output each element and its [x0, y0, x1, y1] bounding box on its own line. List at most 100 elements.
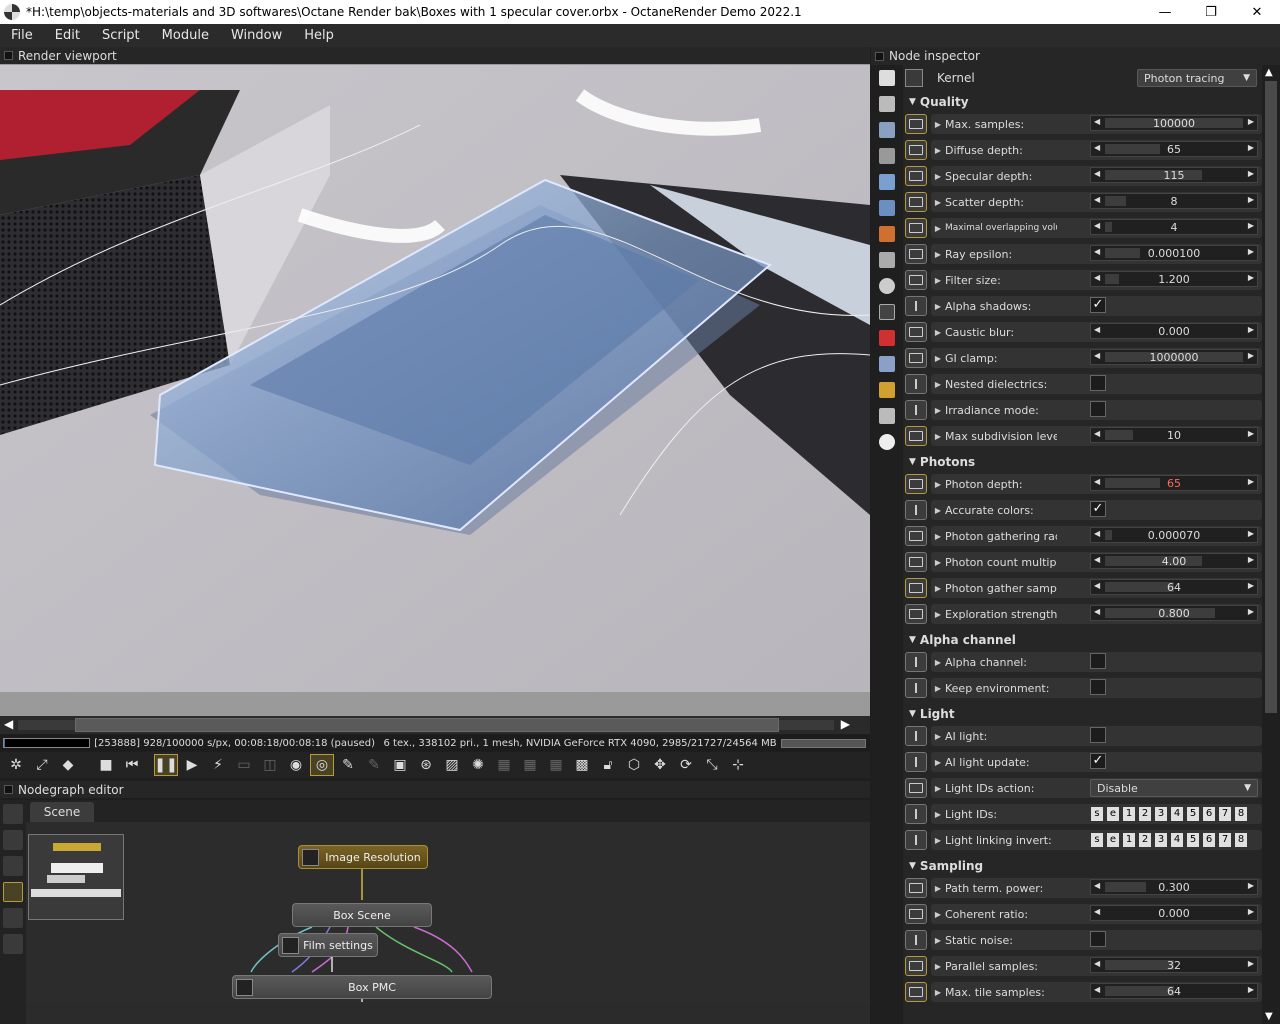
decrement-icon[interactable]: ◀ [1094, 247, 1100, 256]
expand-icon[interactable]: ▶ [931, 250, 945, 259]
decrement-icon[interactable]: ◀ [1094, 117, 1100, 126]
param-value-field[interactable]: ◀ ▶ 32 [1090, 957, 1258, 973]
decrement-icon[interactable]: ◀ [1094, 169, 1100, 178]
increment-icon[interactable]: ▶ [1248, 143, 1254, 152]
pin-type-icon[interactable] [905, 374, 927, 394]
pin-type-icon[interactable] [905, 930, 927, 950]
expand-icon[interactable]: ▶ [931, 480, 945, 489]
expand-icon[interactable]: ▶ [931, 658, 945, 667]
light-id-toggle[interactable]: 2 [1138, 806, 1152, 822]
menu-script[interactable]: Script [91, 28, 151, 43]
param-value-field[interactable]: ◀ ▶ 64 [1090, 983, 1258, 999]
light-id-toggle[interactable]: 2 [1138, 832, 1152, 848]
increment-icon[interactable]: ▶ [1248, 907, 1254, 916]
decrement-icon[interactable]: ◀ [1094, 985, 1100, 994]
copy-icon[interactable]: ▦ [544, 754, 568, 776]
material-node-icon[interactable] [879, 226, 895, 242]
expand-icon[interactable]: ▶ [931, 610, 945, 619]
pin-type-icon[interactable] [905, 526, 927, 546]
viewport-resolution-icon[interactable]: ▭ [232, 754, 256, 776]
increment-icon[interactable]: ▶ [1248, 117, 1254, 126]
decrement-icon[interactable]: ◀ [1094, 607, 1100, 616]
pin-type-icon[interactable] [905, 400, 927, 420]
param-value-field[interactable]: ◀ ▶ 64 [1090, 579, 1258, 595]
pin-type-icon[interactable] [905, 426, 927, 446]
param-select[interactable]: Disable ▼ [1090, 779, 1258, 797]
param-value-field[interactable]: ◀ ▶ 1.200 [1090, 271, 1258, 287]
decrement-icon[interactable]: ◀ [1094, 555, 1100, 564]
visible-environment-icon[interactable] [879, 200, 895, 216]
expand-icon[interactable]: ▶ [931, 962, 945, 971]
restart-button[interactable]: ⏮ [120, 754, 144, 776]
octane-node-icon[interactable] [3, 804, 23, 824]
increment-icon[interactable]: ▶ [1248, 881, 1254, 890]
menu-help[interactable]: Help [293, 28, 345, 43]
collapse-icon[interactable] [879, 96, 895, 112]
param-checkbox[interactable] [1090, 375, 1106, 391]
panel-toggle-icon[interactable] [4, 51, 13, 60]
graph-icon[interactable] [3, 856, 23, 876]
color-cube-icon[interactable]: ◆ [56, 754, 80, 776]
light-id-toggle[interactable]: s [1090, 806, 1104, 822]
minimize-button[interactable]: — [1142, 5, 1188, 20]
decrement-icon[interactable]: ◀ [1094, 351, 1100, 360]
recenter-icon[interactable]: ⤢ [30, 754, 54, 776]
expand-icon[interactable]: ▶ [931, 910, 945, 919]
pin-type-icon[interactable] [905, 878, 927, 898]
increment-icon[interactable]: ▶ [1248, 581, 1254, 590]
pick-material-icon[interactable]: ✎ [362, 754, 386, 776]
param-value-field[interactable]: ◀ ▶ 0.800 [1090, 605, 1258, 621]
scroll-thumb[interactable] [75, 718, 779, 732]
pin-type-icon[interactable] [905, 474, 927, 494]
camera-node-icon[interactable] [879, 148, 895, 164]
pin-type-icon[interactable] [905, 166, 927, 186]
light-node-icon[interactable] [879, 434, 895, 450]
param-value-field[interactable]: ◀ ▶ 115 [1090, 167, 1258, 183]
rotate-gizmo-icon[interactable]: ⟳ [674, 754, 698, 776]
increment-icon[interactable]: ▶ [1248, 555, 1254, 564]
expand-icon[interactable]: ▶ [931, 224, 945, 233]
node-image-resolution[interactable]: Image Resolution [298, 845, 428, 869]
expand-icon[interactable]: ▶ [931, 884, 945, 893]
scale-gizmo-icon[interactable]: ⤡ [700, 754, 724, 776]
pick-object-icon[interactable]: ▣ [388, 754, 412, 776]
octane-logo-button[interactable]: ✲ [4, 754, 28, 776]
pin-type-icon[interactable] [905, 752, 927, 772]
scroll-left-icon[interactable]: ◀ [4, 717, 13, 731]
param-value-field[interactable]: ◀ ▶ 0.300 [1090, 879, 1258, 895]
node-film-settings[interactable]: Film settings [278, 933, 378, 957]
light-id-toggle[interactable]: 3 [1154, 832, 1168, 848]
imager-node-icon[interactable] [879, 252, 895, 268]
copy-node-icon[interactable] [879, 70, 895, 86]
section-alpha-channel[interactable]: ▼ Alpha channel [905, 629, 1262, 651]
expand-icon[interactable]: ▶ [931, 354, 945, 363]
light-id-toggle[interactable]: 4 [1170, 806, 1184, 822]
pin-type-icon[interactable] [905, 348, 927, 368]
light-id-toggle[interactable]: 6 [1202, 806, 1216, 822]
nodes-icon[interactable] [3, 830, 23, 850]
expand-icon[interactable]: ▶ [931, 758, 945, 767]
decrement-icon[interactable]: ◀ [1094, 325, 1100, 334]
pin-type-icon[interactable] [905, 956, 927, 976]
pin-type-icon[interactable] [905, 726, 927, 746]
decrement-icon[interactable]: ◀ [1094, 477, 1100, 486]
decrement-icon[interactable]: ◀ [1094, 195, 1100, 204]
decrement-icon[interactable]: ◀ [1094, 959, 1100, 968]
param-checkbox[interactable] [1090, 931, 1106, 947]
pin-type-icon[interactable] [905, 678, 927, 698]
render-viewport[interactable] [0, 65, 870, 692]
expand-icon[interactable]: ▶ [931, 558, 945, 567]
pin-type-icon[interactable] [905, 322, 927, 342]
gizmo-icon[interactable]: ▦ [518, 754, 542, 776]
tab-scene[interactable]: Scene [30, 802, 94, 822]
expand-icon[interactable]: ▶ [931, 432, 945, 441]
expand-icon[interactable]: ▶ [931, 276, 945, 285]
increment-icon[interactable]: ▶ [1248, 429, 1254, 438]
menu-file[interactable]: File [0, 28, 44, 43]
light-id-toggle[interactable]: 3 [1154, 806, 1168, 822]
material-icon[interactable] [3, 908, 23, 928]
kernel-node-icon[interactable] [879, 304, 895, 320]
animation-node-icon[interactable] [879, 278, 895, 294]
expand-icon[interactable]: ▶ [931, 936, 945, 945]
expand-icon[interactable]: ▶ [931, 302, 945, 311]
